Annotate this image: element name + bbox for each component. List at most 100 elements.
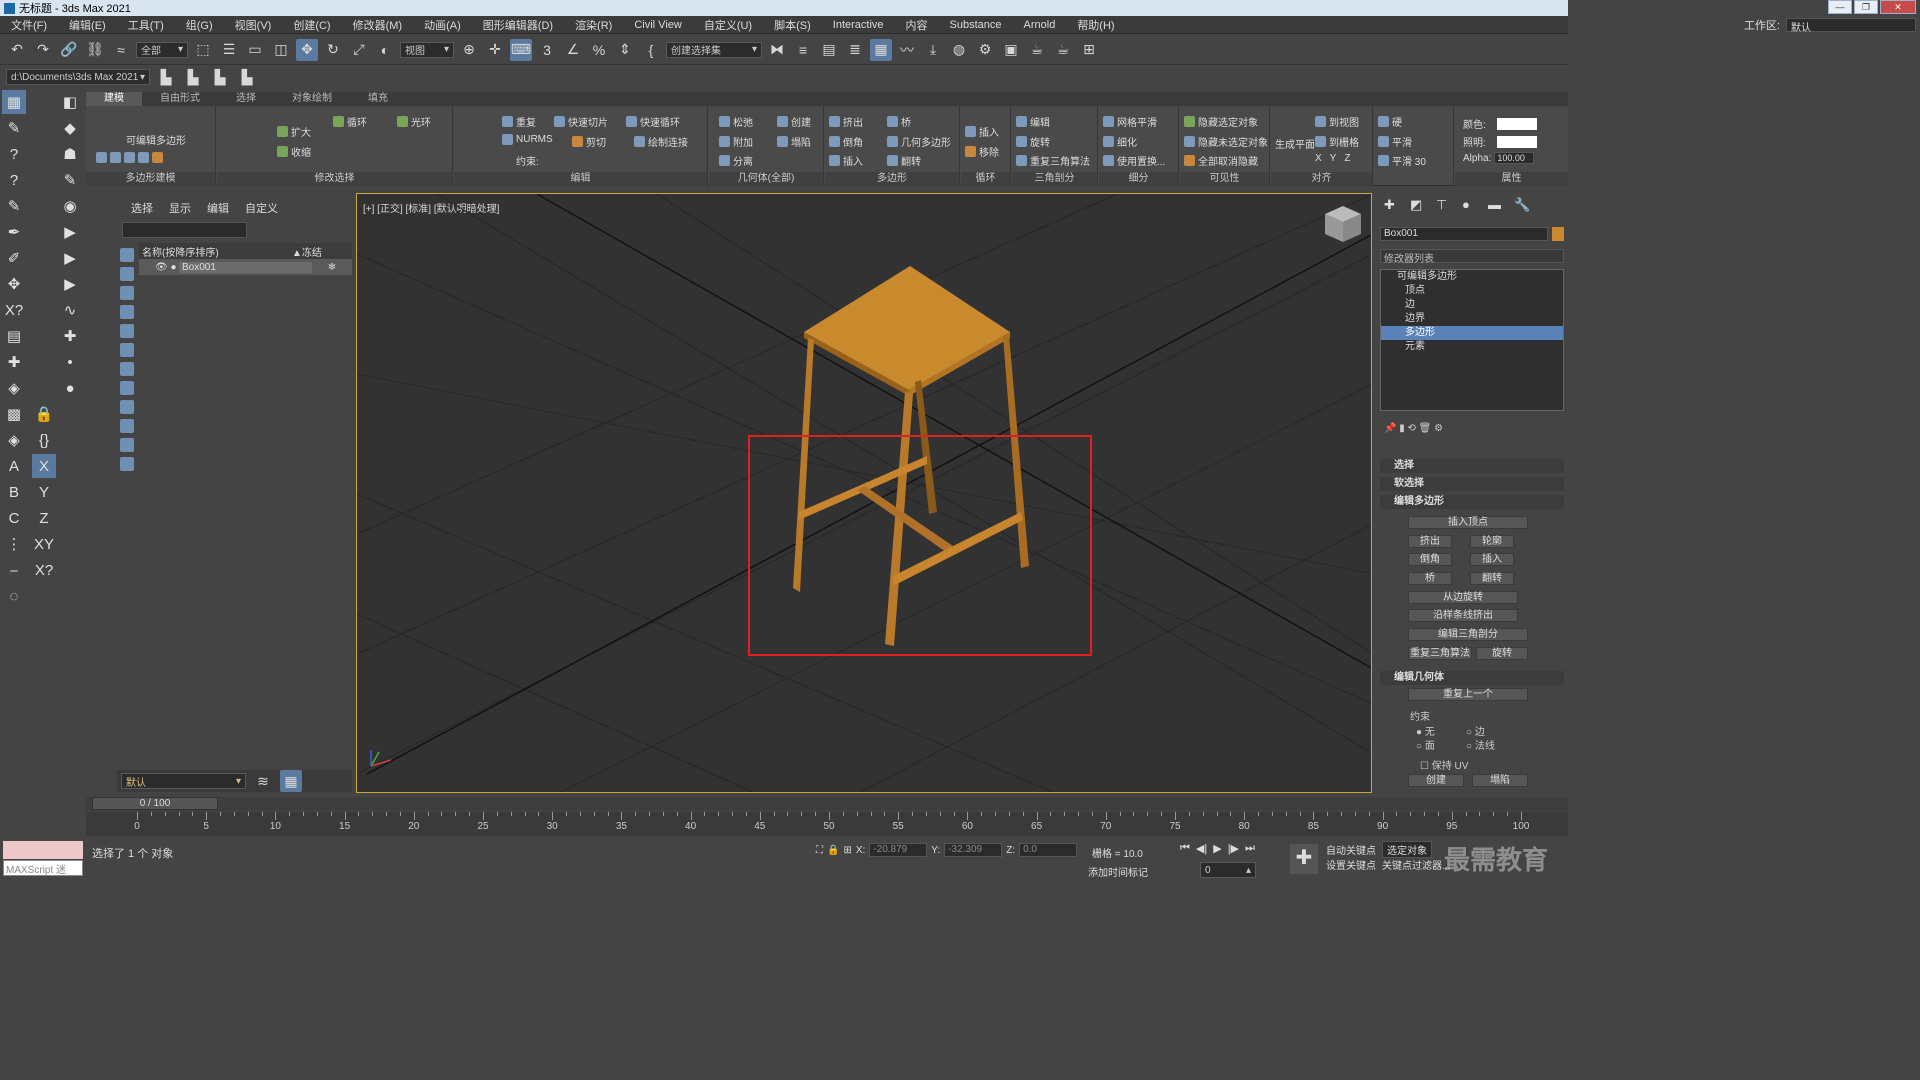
teapot-icon[interactable]: ☗ [58,142,82,166]
motion-tab-icon[interactable]: ● [1462,197,1478,213]
bevel-poly-button[interactable]: 倒角 [1408,553,1452,566]
flip-poly-button[interactable]: 翻转 [1470,572,1514,585]
freeze-column-header[interactable]: ▲冻结 [292,244,352,259]
ref-coord-dropdown[interactable]: 视图 ▾ [400,41,454,58]
text-b-icon[interactable]: B [2,480,26,504]
geometry-filter-icon[interactable] [120,248,134,262]
create-button[interactable]: 创建 [777,114,811,129]
eye-icon[interactable]: 👁 ● [139,262,179,273]
add-alt-icon[interactable]: ✚ [58,324,82,348]
modifier-stack-item[interactable]: 可编辑多边形 [1381,270,1563,284]
retriangulate-poly-button[interactable]: 重复三角算法 [1408,647,1472,660]
align-x-button[interactable]: X [1315,153,1322,164]
goto-end-icon[interactable]: ⏭ [1245,842,1255,855]
axis-z-icon[interactable]: Z [32,506,56,530]
project-open-icon[interactable]: ▙ [209,66,231,88]
layers-icon[interactable]: ◈ [2,376,26,400]
key-filters-button[interactable]: 关键点过滤器... [1382,857,1450,872]
smooth30-button[interactable]: 平滑 30 [1378,153,1426,168]
selection-filter-dropdown[interactable]: 全部 ▾ [136,41,188,58]
utilities-tab-icon[interactable]: 🔧 [1514,197,1530,213]
render-iterative-icon[interactable]: ☕ [1052,39,1074,61]
add-icon[interactable]: ✚ [2,350,26,374]
constraint-none-radio[interactable]: ● 无 [1416,723,1435,738]
selection-icon[interactable]: ▦ [2,90,26,114]
menu-item[interactable]: 文件(F) [0,17,58,33]
maxscript-mini-listener[interactable]: MAXScript 迷 [3,860,83,876]
select-by-name-icon[interactable]: ☰ [218,39,240,61]
rollout-edit-poly[interactable]: 编辑多边形 [1380,495,1564,509]
menu-item[interactable]: Arnold [1013,19,1067,31]
bridge-poly-button[interactable]: 桥 [1408,572,1452,585]
extrude-along-spline-button[interactable]: 沿样条线挤出 [1408,609,1518,622]
tri-turn-button[interactable]: 旋转 [1016,134,1050,149]
layers-alt-icon[interactable]: ◈ [2,428,26,452]
constraint-normal-radio[interactable]: ○ 法线 [1466,737,1495,752]
make-planar-button[interactable]: 生成平面 [1275,136,1315,151]
timeline-ruler[interactable]: 0 5 10 15 20 25 30 35 40 45 50 55 60 65 70 75 80 85 90 95 10… [86,812,1568,836]
shape-filter-icon[interactable] [120,267,134,281]
constraint-edge-radio[interactable]: ○ 边 [1466,723,1485,738]
camera-filter-icon[interactable] [120,305,134,319]
layer-explorer-icon[interactable]: ≣ [844,39,866,61]
use-displacement-button[interactable]: 使用置换... [1103,153,1165,168]
undo-icon[interactable]: ↶ [6,39,28,61]
circle-icon[interactable]: ● [58,376,82,400]
rollout-edit-geom[interactable]: 编辑几何体 [1380,671,1564,685]
paint-icon[interactable]: ◆ [58,116,82,140]
ring-button[interactable]: 光环 [397,114,431,129]
render-production-icon[interactable]: ☕ [1026,39,1048,61]
scene-explorer-tab[interactable]: 选择 [131,200,153,216]
helper-filter-icon[interactable] [120,324,134,338]
view-cube-icon[interactable] [1325,206,1361,242]
layer-dropdown[interactable]: 默认 ▾ [121,773,246,789]
ribbon-tab[interactable]: 选择 [218,92,274,106]
rollout-soft-select[interactable]: 软选择 [1380,477,1564,491]
element-mode-icon[interactable] [152,152,163,163]
spacewarp-filter-icon[interactable] [120,343,134,357]
menu-item[interactable]: 脚本(S) [763,17,822,33]
workspace-dropdown[interactable]: 默认 [1786,18,1916,34]
menu-item[interactable]: 自定义(U) [693,17,763,33]
modifier-stack-item[interactable]: 多边形 [1381,326,1563,340]
snaps-toggle-icon[interactable]: 3 [536,39,558,61]
repeat-last-button[interactable]: 重复上一个 [1408,688,1528,701]
layer-toggle-icon[interactable]: ▦ [280,770,302,792]
loop-remove-button[interactable]: 移除 [965,144,999,159]
edit-named-selection-icon[interactable]: { [640,39,662,61]
align-y-button[interactable]: Y [1330,153,1337,164]
time-slider-knob[interactable]: 0 / 100 [92,797,218,810]
rendered-frame-icon[interactable]: ▣ [1000,39,1022,61]
modifier-stack-item[interactable]: 边界 [1381,312,1563,326]
spinner-snap-icon[interactable]: ⇕ [614,39,636,61]
pivot-center-icon[interactable]: ⊕ [458,39,480,61]
menu-item[interactable]: Interactive [822,19,895,31]
attach-button[interactable]: 附加 [719,134,753,149]
snapshot-icon[interactable]: ◧ [58,90,82,114]
retriangulate-button[interactable]: 重复三角算法 [1016,153,1090,168]
outline-button[interactable]: 轮廓 [1470,535,1514,548]
paint-connect-button[interactable]: 绘制连接 [634,134,688,149]
select-scale-icon[interactable]: ⤢ [348,39,370,61]
braces-icon[interactable]: {} [32,428,56,452]
rect-selection-icon[interactable]: ▭ [244,39,266,61]
loop-button[interactable]: 循环 [333,114,367,129]
lasso-dots-icon[interactable]: ◌ [2,584,26,608]
add-time-tag[interactable]: 添加时间标记 [1088,864,1148,879]
shrink-button[interactable]: 收缩 [277,144,311,159]
nurms-button[interactable]: NURMS [502,134,553,145]
illum-swatch[interactable] [1496,135,1537,148]
set-key-icon[interactable]: ✚ [1290,844,1318,874]
menu-item[interactable]: 修改器(M) [342,17,414,33]
prev-frame-icon[interactable]: ◀| [1196,842,1207,855]
question-icon[interactable]: ? [2,142,26,166]
menu-item[interactable]: 工具(T) [117,17,175,33]
axis-x-question-icon[interactable]: X? [32,558,56,582]
collapse-button[interactable]: 塌陷 [777,134,811,149]
edit-triangulation-button[interactable]: 编辑三角剖分 [1408,628,1528,641]
display-tab-icon[interactable]: ▬ [1488,197,1504,213]
bevel-button[interactable]: 倒角 [829,134,863,149]
axis-xy-icon[interactable]: XY [32,532,56,556]
menu-item[interactable]: 渲染(R) [564,17,623,33]
text-c-icon[interactable]: C [2,506,26,530]
